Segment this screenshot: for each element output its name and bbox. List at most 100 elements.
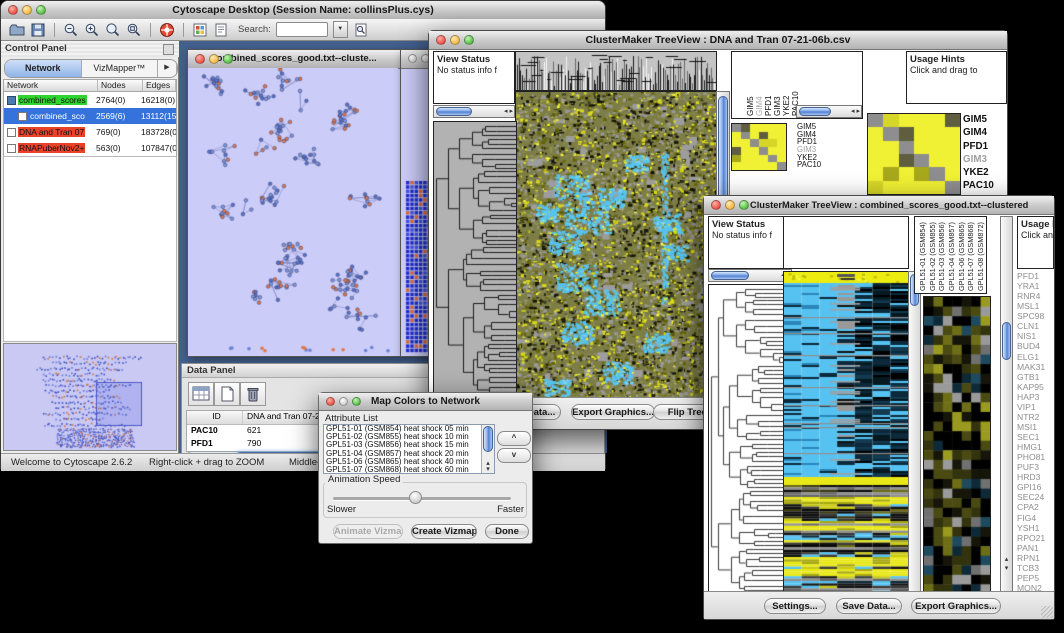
- scrollbar-arrows[interactable]: ▴▾: [1001, 555, 1012, 573]
- gene-label[interactable]: GTB1: [1015, 372, 1055, 382]
- gene-label[interactable]: YKE2: [963, 166, 1009, 179]
- gene-label[interactable]: MAK31: [1015, 362, 1055, 372]
- animation-speed-slider[interactable]: [409, 491, 422, 504]
- animation-speed-track[interactable]: [333, 497, 511, 500]
- global-h-scrollbar[interactable]: ◂ ▸: [708, 269, 792, 282]
- gene-label[interactable]: VIP1: [1015, 402, 1055, 412]
- list-scrollbar[interactable]: ▴▾: [481, 425, 494, 473]
- array-label[interactable]: GIM3: [773, 56, 782, 116]
- delete-attribute-trash-icon[interactable]: [240, 382, 266, 406]
- array-label[interactable]: GIM4: [755, 56, 764, 116]
- gene-label[interactable]: CPA2: [1015, 502, 1055, 512]
- gene-label[interactable]: MSL1: [1015, 301, 1055, 311]
- minimize-button[interactable]: [450, 35, 460, 45]
- global-mini-matrix[interactable]: [731, 123, 787, 171]
- gene-label[interactable]: MSI1: [1015, 422, 1055, 432]
- zoom-matrix[interactable]: [867, 113, 961, 195]
- minimize-button[interactable]: [725, 200, 735, 210]
- gene-label[interactable]: PAC10: [797, 161, 837, 169]
- zoom-fit-icon[interactable]: [105, 22, 121, 38]
- gene-label[interactable]: NIS1: [1015, 331, 1055, 341]
- gene-label[interactable]: ELG1: [1015, 352, 1055, 362]
- help-lifering-icon[interactable]: [159, 22, 175, 38]
- gene-label[interactable]: SEC1: [1015, 432, 1055, 442]
- network-tree-row[interactable]: combined_sco 2569(6) 13112(15): [4, 108, 176, 124]
- resize-grip[interactable]: [1041, 606, 1053, 618]
- export-graphics-button[interactable]: Export Graphics...: [571, 404, 655, 420]
- array-label[interactable]: GPL51-08 (GSM872): [976, 219, 986, 291]
- zoom-button[interactable]: [352, 397, 361, 406]
- gene-label[interactable]: RNR4: [1015, 291, 1055, 301]
- column-edges[interactable]: Edges: [143, 80, 176, 91]
- move-down-button[interactable]: v: [497, 448, 531, 463]
- close-button[interactable]: [195, 54, 205, 64]
- zoom-out-icon[interactable]: [63, 22, 79, 38]
- gene-label[interactable]: GIM4: [963, 126, 1009, 139]
- array-label[interactable]: GPL51-07 (GSM868): [966, 219, 976, 291]
- gene-label[interactable]: PEP5: [1015, 573, 1055, 583]
- gene-label[interactable]: PAN1: [1015, 543, 1055, 553]
- gene-label[interactable]: PAC10: [963, 179, 1009, 192]
- column-network[interactable]: Network: [4, 80, 98, 91]
- gene-tree-dendrogram[interactable]: [708, 284, 784, 595]
- zoom-button[interactable]: [36, 5, 46, 15]
- close-button[interactable]: [408, 54, 417, 63]
- search-dropdown-button[interactable]: ▼: [333, 21, 348, 38]
- done-button[interactable]: Done: [485, 524, 529, 539]
- close-button[interactable]: [436, 35, 446, 45]
- network-tree-row[interactable]: combined_scores 2764(0) 16218(0): [4, 92, 176, 108]
- array-label[interactable]: GPL51-03 (GSM856): [937, 219, 947, 291]
- move-up-button[interactable]: ^: [497, 431, 531, 446]
- create-vizmap-button[interactable]: Create Vizmap: [411, 524, 477, 539]
- control-panel-tab[interactable]: Network: [5, 60, 82, 77]
- gene-label[interactable]: BUD4: [1015, 341, 1055, 351]
- plugin-doc-icon[interactable]: [353, 22, 369, 38]
- gene-label[interactable]: YSH1: [1015, 523, 1055, 533]
- minimize-button[interactable]: [209, 54, 219, 64]
- control-panel-tab[interactable]: VizMapper™: [82, 60, 159, 77]
- scrollbar-thumb[interactable]: [711, 271, 749, 280]
- gene-label[interactable]: CLN1: [1015, 321, 1055, 331]
- array-label[interactable]: YKE2: [782, 56, 791, 116]
- scrollbar-arrows[interactable]: ◂ ▸: [504, 109, 513, 115]
- zoom-selected-icon[interactable]: [126, 22, 142, 38]
- gene-label[interactable]: NTR2: [1015, 412, 1055, 422]
- gene-label[interactable]: GPI16: [1015, 482, 1055, 492]
- scrollbar-thumb[interactable]: [483, 426, 493, 452]
- close-button[interactable]: [711, 200, 721, 210]
- treeview-combined-titlebar[interactable]: ClusterMaker TreeView : combined_scores_…: [704, 196, 1054, 215]
- gene-label[interactable]: SEC24: [1015, 492, 1055, 502]
- birdseye-view[interactable]: [4, 344, 176, 450]
- scrollbar-arrows[interactable]: ◂ ▸: [851, 109, 860, 115]
- gene-label[interactable]: PHO81: [1015, 452, 1055, 462]
- gene-label[interactable]: KAP95: [1015, 382, 1055, 392]
- zoom-heatmap[interactable]: [923, 296, 991, 595]
- gene-label[interactable]: PFD1: [963, 140, 1009, 153]
- gene-label[interactable]: FIG4: [1015, 513, 1055, 523]
- network-view-titlebar[interactable]: combined_scores_good.txt--cluste...: [188, 50, 400, 69]
- gene-label[interactable]: RPN1: [1015, 553, 1055, 563]
- gene-label[interactable]: YRA1: [1015, 281, 1055, 291]
- float-panel-icon[interactable]: [163, 44, 174, 55]
- export-graphics-button[interactable]: Export Graphics...: [911, 598, 1001, 614]
- gene-label[interactable]: HMG1: [1015, 442, 1055, 452]
- network-canvas[interactable]: [188, 68, 398, 354]
- gene-label[interactable]: TCB3: [1015, 563, 1055, 573]
- gene-label[interactable]: RPO21: [1015, 533, 1055, 543]
- array-label[interactable]: GPL51-02 (GSM855): [928, 219, 938, 291]
- vizmap-icon[interactable]: [192, 22, 208, 38]
- array-label[interactable]: GPL51-06 (GSM865): [957, 219, 967, 291]
- gene-tree-dendrogram[interactable]: [433, 121, 517, 398]
- gene-label[interactable]: HAP3: [1015, 392, 1055, 402]
- treeview-dna-titlebar[interactable]: ClusterMaker TreeView : DNA and Tran 07-…: [429, 31, 1007, 50]
- scrollbar-thumb[interactable]: [1002, 322, 1011, 360]
- new-attribute-icon[interactable]: [214, 382, 240, 406]
- array-label[interactable]: GPL51-01 (GSM854): [918, 219, 928, 291]
- minimize-button[interactable]: [22, 5, 32, 15]
- global-h-scrollbar[interactable]: ◂ ▸: [433, 105, 515, 118]
- control-panel-tab[interactable]: ▶: [158, 60, 177, 77]
- zoom-button[interactable]: [739, 200, 749, 210]
- annotation-icon[interactable]: [213, 22, 229, 38]
- scrollbar-arrows[interactable]: ▴▾: [482, 461, 494, 473]
- array-label[interactable]: GPL51-04 (GSM857): [947, 219, 957, 291]
